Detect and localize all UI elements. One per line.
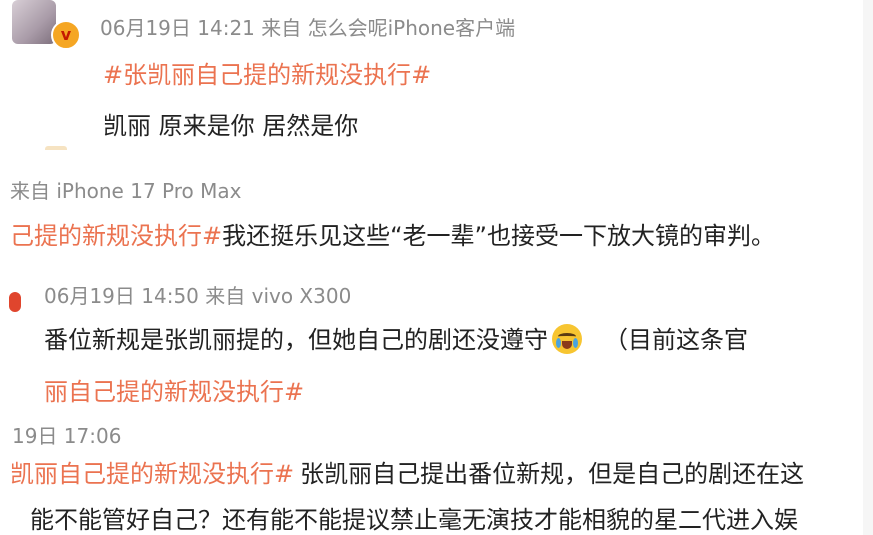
topic-tag-link[interactable]: 凯丽自己提的新规没执行# (10, 460, 294, 488)
topic-tag-link[interactable]: 己提的新规没执行# (10, 222, 222, 250)
cropped-avatar (45, 146, 67, 150)
post-4: 19日 17:06 凯丽自己提的新规没执行# 张凯丽自己提出番位新规，但是自己的剧… (0, 412, 873, 535)
topic-tag-link[interactable]: #张凯丽自己提的新规没执行# (103, 55, 431, 90)
cropped-avatar (9, 292, 21, 312)
post-1: v 06月19日 14:21 来自 怎么会呢iPhone客户端 #张凯丽自己提的… (0, 0, 873, 150)
post-text: 番位新规是张凯丽提的，但她自己的剧还没遵守 (44, 326, 548, 354)
post-text: 我还挺乐见这些“老一辈”也接受一下放大镜的审判。 (222, 222, 775, 250)
avatar[interactable] (12, 0, 56, 44)
post-text: 凯丽 原来是你 居然是你 (103, 112, 359, 140)
post-text: 张凯丽自己提出番位新规，但是自己的剧还在这 (300, 460, 805, 488)
post-meta: 19日 17:06 (12, 424, 122, 448)
verified-badge-icon: v (51, 20, 81, 50)
post-meta: 06月19日 14:21 来自 怎么会呢iPhone客户端 (100, 16, 516, 40)
post-text-continued: （目前这条官 (604, 326, 748, 354)
crying-face-icon (552, 324, 582, 354)
post-2: 来自 iPhone 17 Pro Max 己提的新规没执行#我还挺乐见这些“老一… (0, 160, 873, 260)
post-meta: 来自 iPhone 17 Pro Max (10, 179, 242, 203)
post-text-line-2: 能不能管好自己？还有能不能提议禁止毫无演技才能相貌的星二代进入娱 (30, 506, 798, 534)
post-meta: 06月19日 14:50 来自 vivo X300 (44, 284, 352, 308)
topic-tag-link[interactable]: 丽自己提的新规没执行# (44, 372, 304, 407)
post-3: 06月19日 14:50 来自 vivo X300 番位新规是张凯丽提的，但她自… (0, 270, 873, 408)
